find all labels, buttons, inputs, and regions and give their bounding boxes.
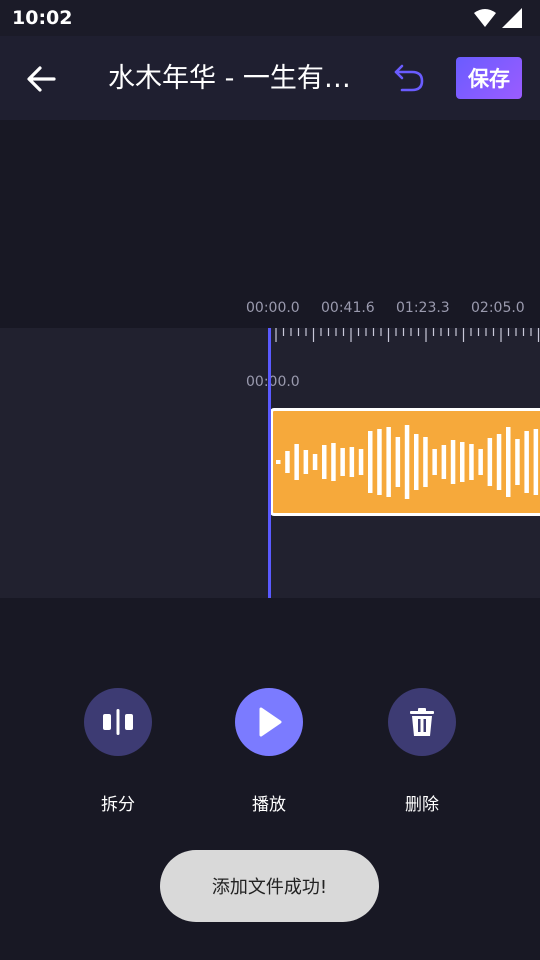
trash-icon [410, 708, 434, 736]
split-label: 拆分 [101, 795, 135, 815]
undo-icon[interactable] [390, 58, 428, 96]
split-icon [103, 709, 133, 735]
toast-message: 添加文件成功! [160, 850, 379, 922]
ruler-label: 01:23.3 [396, 300, 450, 316]
play-icon [259, 707, 282, 737]
ruler-ticks [275, 328, 540, 342]
delete-control: 删除 [362, 688, 482, 815]
app-bar: 水木年华 - 一生有… 保存 [0, 36, 540, 120]
waveform-bar [386, 427, 391, 497]
split-control: 拆分 [58, 688, 178, 815]
delete-button[interactable] [388, 688, 456, 756]
waveform-bar [340, 448, 345, 476]
play-button[interactable] [235, 688, 303, 756]
waveform-bar [331, 443, 336, 481]
audio-clip[interactable] [270, 408, 540, 516]
clip-start-time: 00:00.0 [246, 374, 300, 390]
waveform-bar [294, 444, 299, 480]
waveform-bar [506, 427, 511, 497]
play-label: 播放 [252, 795, 286, 815]
preview-area [0, 120, 540, 328]
delete-label: 删除 [405, 795, 439, 815]
control-bar: 拆分 播放 删除 [0, 688, 540, 818]
waveform-bar [469, 444, 474, 480]
time-ruler: 00:00.0 00:41.6 01:23.3 02:05.0 [0, 300, 540, 320]
page-title: 水木年华 - 一生有… [108, 63, 351, 94]
waveform-bar [515, 439, 520, 485]
waveform-bar [285, 451, 290, 473]
waveform-bar [303, 450, 309, 474]
ruler-label: 00:00.0 [246, 300, 300, 316]
ruler-label: 02:05.0 [471, 300, 525, 316]
play-control: 播放 [209, 688, 329, 815]
waveform-bar [322, 445, 327, 479]
status-time: 10:02 [12, 7, 73, 29]
waveform-bar [312, 454, 318, 470]
split-button[interactable] [84, 688, 152, 756]
back-arrow-icon[interactable] [22, 60, 60, 98]
status-bar: 10:02 [0, 0, 540, 36]
wifi-icon [474, 9, 496, 27]
waveform-bar [450, 440, 456, 484]
waveform-bar [349, 447, 355, 477]
waveform-bar [368, 431, 373, 493]
status-icons [474, 8, 522, 28]
waveform-bar [460, 442, 465, 482]
playhead[interactable] [268, 328, 271, 598]
waveform-bar [404, 425, 410, 499]
waveform-bar [414, 434, 419, 490]
waveform-bar [423, 437, 428, 487]
waveform-bar [358, 449, 364, 475]
waveform-bar [496, 434, 502, 490]
waveform-bar [478, 449, 483, 475]
waveform-bar [395, 437, 401, 487]
waveform [276, 425, 539, 499]
ruler-label: 00:41.6 [321, 300, 375, 316]
waveform-bar [276, 460, 281, 464]
waveform-bar [377, 429, 382, 495]
signal-icon [502, 8, 522, 28]
waveform-bar [524, 431, 529, 493]
waveform-bar [533, 429, 539, 495]
waveform-bar [441, 445, 447, 479]
waveform-bar [432, 449, 437, 475]
waveform-bar [487, 438, 493, 486]
save-button[interactable]: 保存 [456, 57, 522, 99]
